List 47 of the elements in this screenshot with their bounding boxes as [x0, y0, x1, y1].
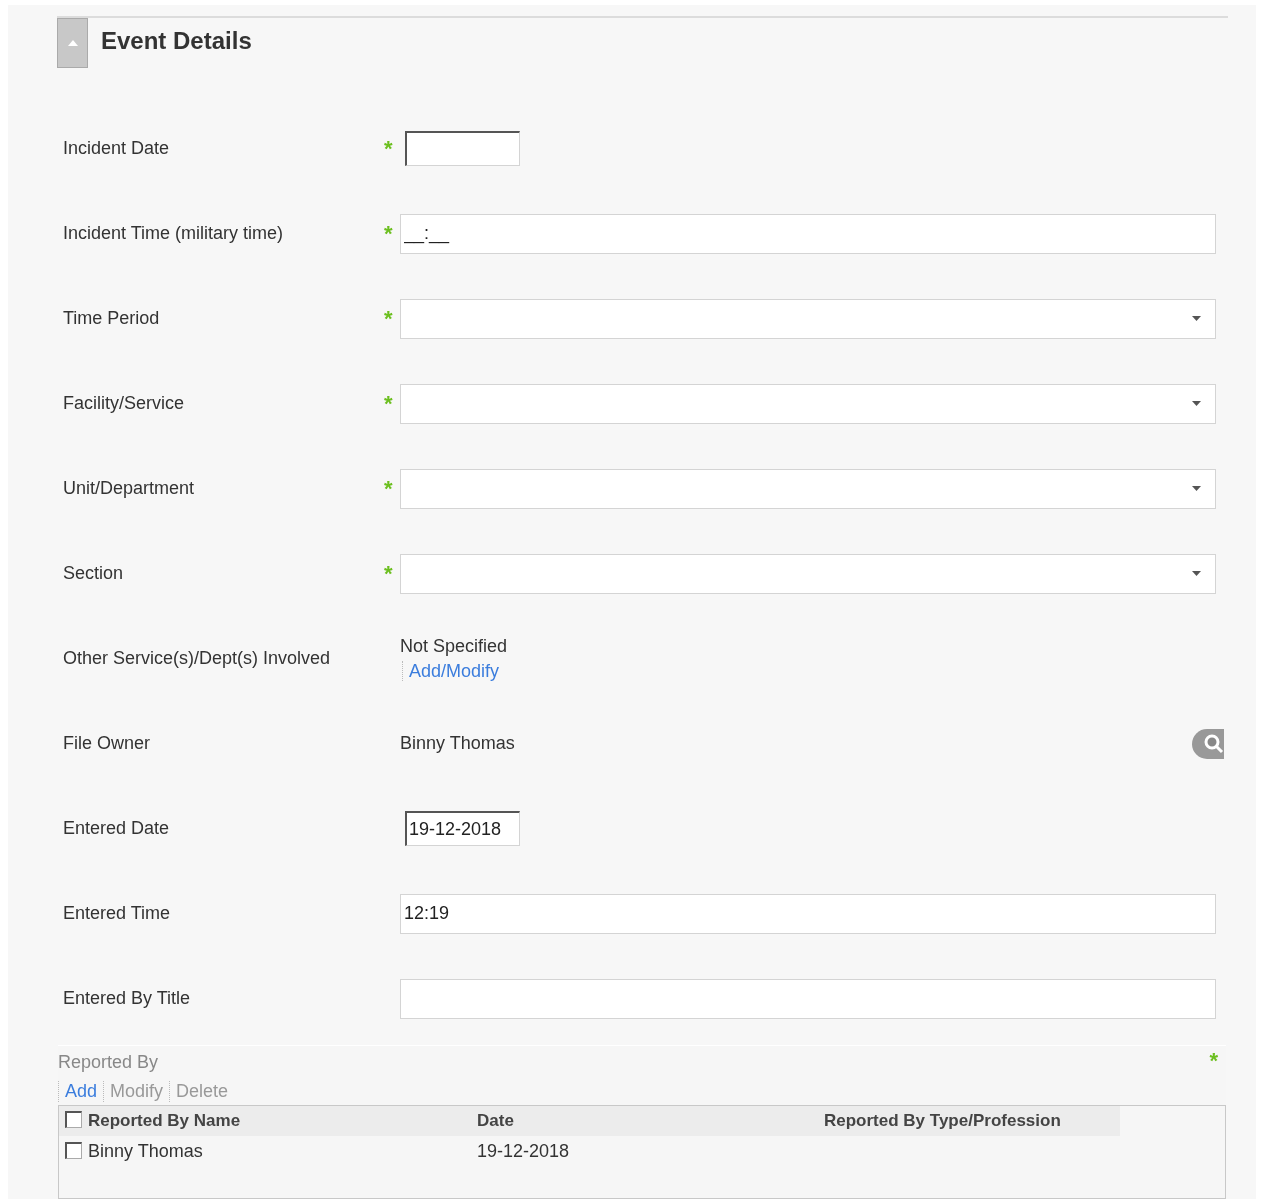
- dropdown-caret-icon: [1192, 401, 1201, 406]
- column-header: Reported By Type/Profession: [824, 1111, 1061, 1130]
- field-label: Entered Date: [62, 818, 171, 839]
- field-label: File Owner: [62, 733, 152, 754]
- action-link[interactable]: Add: [58, 1080, 104, 1102]
- field-label: Unit/Department: [62, 478, 196, 499]
- required-mark: *: [1209, 1048, 1218, 1074]
- table-cell: Binny Thomas: [88, 1140, 203, 1161]
- dropdown-field[interactable]: [400, 383, 1216, 424]
- dropdown-caret-icon: [1192, 571, 1201, 576]
- field-label: Other Service(s)/Dept(s) Involved: [62, 648, 332, 669]
- required-mark: *: [384, 137, 394, 160]
- required-mark: *: [384, 477, 394, 500]
- required-mark: *: [384, 222, 394, 245]
- field-label: Facility/Service: [62, 393, 186, 414]
- date-field[interactable]: [405, 131, 520, 166]
- field-value: Not Specified: [400, 635, 508, 657]
- text-field[interactable]: 12:19: [400, 893, 1216, 934]
- dropdown-caret-icon: [1192, 486, 1201, 491]
- column-header: Date: [477, 1111, 514, 1130]
- dropdown-field[interactable]: [400, 553, 1216, 594]
- field-label: Incident Time (military time): [62, 223, 285, 244]
- text-field[interactable]: [400, 978, 1216, 1019]
- field-label: Section: [62, 563, 125, 584]
- collapse-button[interactable]: [57, 17, 88, 68]
- select-all-checkbox[interactable]: [65, 1111, 82, 1128]
- field-label: Entered Time: [62, 903, 172, 924]
- search-icon[interactable]: [1192, 728, 1224, 759]
- required-mark: *: [384, 562, 394, 585]
- add-modify-link[interactable]: Add/Modify: [402, 660, 506, 681]
- text-field[interactable]: __:__: [400, 213, 1216, 254]
- table-cell: 19-12-2018: [477, 1140, 570, 1161]
- required-mark: *: [384, 307, 394, 330]
- caret-up-icon: [67, 39, 78, 46]
- row-checkbox[interactable]: [65, 1141, 82, 1159]
- panel-title: Reported By: [58, 1052, 159, 1073]
- dropdown-field[interactable]: [400, 298, 1216, 339]
- dropdown-field[interactable]: [400, 468, 1216, 509]
- field-label: Entered By Title: [62, 988, 192, 1009]
- dropdown-caret-icon: [1192, 316, 1201, 321]
- field-value: Binny Thomas: [400, 733, 515, 754]
- column-header: Reported By Name: [88, 1111, 241, 1130]
- field-label: Incident Date: [62, 138, 171, 159]
- date-field[interactable]: 19-12-2018: [405, 811, 520, 846]
- section-title: Event Details: [101, 26, 252, 55]
- field-label: Time Period: [62, 308, 161, 329]
- required-mark: *: [384, 392, 394, 415]
